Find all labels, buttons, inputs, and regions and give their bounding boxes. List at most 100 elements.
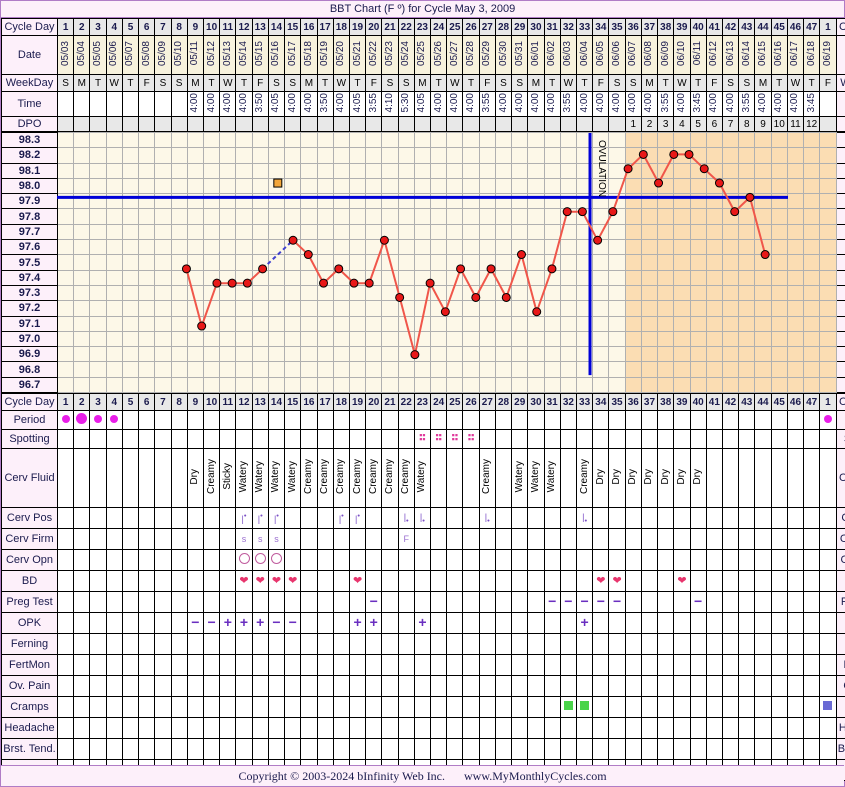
cell-ferning[interactable] xyxy=(121,633,140,656)
cell-fertmon[interactable] xyxy=(430,654,448,677)
cell-bd[interactable] xyxy=(721,570,740,593)
cell-brst_tend[interactable] xyxy=(770,738,788,761)
cell-brst_tend[interactable] xyxy=(608,738,626,761)
plot-cell[interactable] xyxy=(608,315,626,332)
plot-cell[interactable] xyxy=(186,131,204,149)
cell-cerv_fluid[interactable]: Dry xyxy=(640,448,659,509)
cell-preg_test[interactable] xyxy=(770,591,788,614)
plot-cell[interactable] xyxy=(673,361,691,378)
dpo-cell[interactable] xyxy=(543,116,561,132)
plot-cell[interactable] xyxy=(592,300,610,317)
cycle_day-cell[interactable]: 2 xyxy=(73,18,91,36)
plot-cell[interactable] xyxy=(640,162,659,179)
plot-cell[interactable] xyxy=(202,162,221,179)
plot-cell[interactable] xyxy=(138,315,156,332)
cycle_day-cell[interactable]: 4 xyxy=(105,393,123,412)
cell-headache[interactable] xyxy=(721,717,740,740)
cell-bd[interactable] xyxy=(575,570,594,593)
weekday-cell[interactable]: F xyxy=(819,74,837,92)
cell-cramps[interactable] xyxy=(348,696,367,719)
cycle_day-cell[interactable]: 12 xyxy=(235,393,253,412)
plot-cell[interactable] xyxy=(381,147,399,164)
cell-cerv_pos[interactable] xyxy=(462,507,480,530)
cell-opk[interactable] xyxy=(527,612,545,635)
cell-spotting[interactable] xyxy=(332,429,350,450)
cell-ov_pain[interactable] xyxy=(56,675,75,698)
plot-cell[interactable] xyxy=(527,131,545,149)
plot-cell[interactable] xyxy=(527,315,545,332)
plot-cell[interactable] xyxy=(592,254,610,271)
plot-cell[interactable] xyxy=(73,254,91,271)
plot-cell[interactable] xyxy=(494,254,513,271)
cell-cerv_firm[interactable] xyxy=(89,528,107,551)
date-cell[interactable]: 05/13 xyxy=(219,35,237,75)
weekday-cell[interactable]: M xyxy=(754,74,772,92)
plot-cell[interactable] xyxy=(738,346,756,363)
plot-cell[interactable] xyxy=(154,131,172,149)
cycle_day-cell[interactable]: 33 xyxy=(575,18,594,36)
plot-cell[interactable] xyxy=(592,284,610,302)
plot-cell[interactable] xyxy=(138,177,156,195)
cell-cramps[interactable] xyxy=(413,696,432,719)
plot-cell[interactable] xyxy=(705,239,723,256)
plot-cell[interactable] xyxy=(89,284,107,302)
weekday-cell[interactable]: T xyxy=(657,74,675,92)
plot-cell[interactable] xyxy=(267,239,286,256)
plot-cell[interactable] xyxy=(608,208,626,225)
plot-cell[interactable] xyxy=(462,376,480,394)
cell-period[interactable] xyxy=(786,410,805,431)
plot-cell[interactable] xyxy=(56,239,75,256)
plot-cell[interactable] xyxy=(284,239,302,256)
date-cell[interactable]: 06/19 xyxy=(819,35,837,75)
plot-cell[interactable] xyxy=(705,315,723,332)
plot-cell[interactable] xyxy=(575,162,594,179)
plot-cell[interactable] xyxy=(300,346,318,363)
cell-headache[interactable] xyxy=(803,717,821,740)
cell-opk[interactable] xyxy=(316,612,334,635)
cell-fertmon[interactable] xyxy=(738,654,756,677)
cell-cerv_pos[interactable] xyxy=(689,507,707,530)
cell-ov_pain[interactable] xyxy=(235,675,253,698)
cycle_day-cell[interactable]: 21 xyxy=(381,393,399,412)
cycle_day-cell[interactable]: 44 xyxy=(754,18,772,36)
cell-cerv_firm[interactable] xyxy=(202,528,221,551)
cell-spotting[interactable] xyxy=(202,429,221,450)
cell-headache[interactable] xyxy=(381,717,399,740)
cell-opk[interactable]: − xyxy=(284,612,302,635)
cycle_day-cell[interactable]: 13 xyxy=(251,18,269,36)
cell-period[interactable] xyxy=(462,410,480,431)
cell-cerv_opn[interactable] xyxy=(430,549,448,572)
cell-opk[interactable]: + xyxy=(413,612,432,635)
cell-cramps[interactable] xyxy=(332,696,350,719)
cell-ferning[interactable] xyxy=(430,633,448,656)
cell-cerv_firm[interactable] xyxy=(543,528,561,551)
plot-cell[interactable] xyxy=(819,193,837,210)
cell-fertmon[interactable] xyxy=(251,654,269,677)
cell-cerv_fluid[interactable] xyxy=(56,448,75,509)
cell-spotting[interactable] xyxy=(154,429,172,450)
plot-cell[interactable] xyxy=(624,284,642,302)
dpo-cell[interactable]: 10 xyxy=(770,116,788,132)
weekday-cell[interactable]: S xyxy=(154,74,172,92)
plot-cell[interactable] xyxy=(284,361,302,378)
cell-fertmon[interactable] xyxy=(170,654,188,677)
plot-cell[interactable] xyxy=(559,147,578,164)
cell-ov_pain[interactable] xyxy=(511,675,529,698)
cell-spotting[interactable] xyxy=(673,429,691,450)
cell-cerv_fluid[interactable]: Dry xyxy=(592,448,610,509)
cycle_day-cell[interactable]: 5 xyxy=(121,393,140,412)
cell-period[interactable] xyxy=(689,410,707,431)
cell-cerv_fluid[interactable]: Creamy xyxy=(316,448,334,509)
date-cell[interactable]: 05/15 xyxy=(251,35,269,75)
plot-cell[interactable] xyxy=(219,208,237,225)
plot-cell[interactable] xyxy=(154,300,172,317)
cell-ov_pain[interactable] xyxy=(478,675,496,698)
cell-cerv_fluid[interactable]: Watery xyxy=(543,448,561,509)
plot-cell[interactable] xyxy=(251,208,269,225)
cell-ferning[interactable] xyxy=(462,633,480,656)
plot-cell[interactable] xyxy=(202,208,221,225)
cell-cerv_firm[interactable] xyxy=(73,528,91,551)
plot-cell[interactable] xyxy=(754,315,772,332)
plot-cell[interactable] xyxy=(154,254,172,271)
cell-cerv_pos[interactable]: |• xyxy=(251,507,269,530)
